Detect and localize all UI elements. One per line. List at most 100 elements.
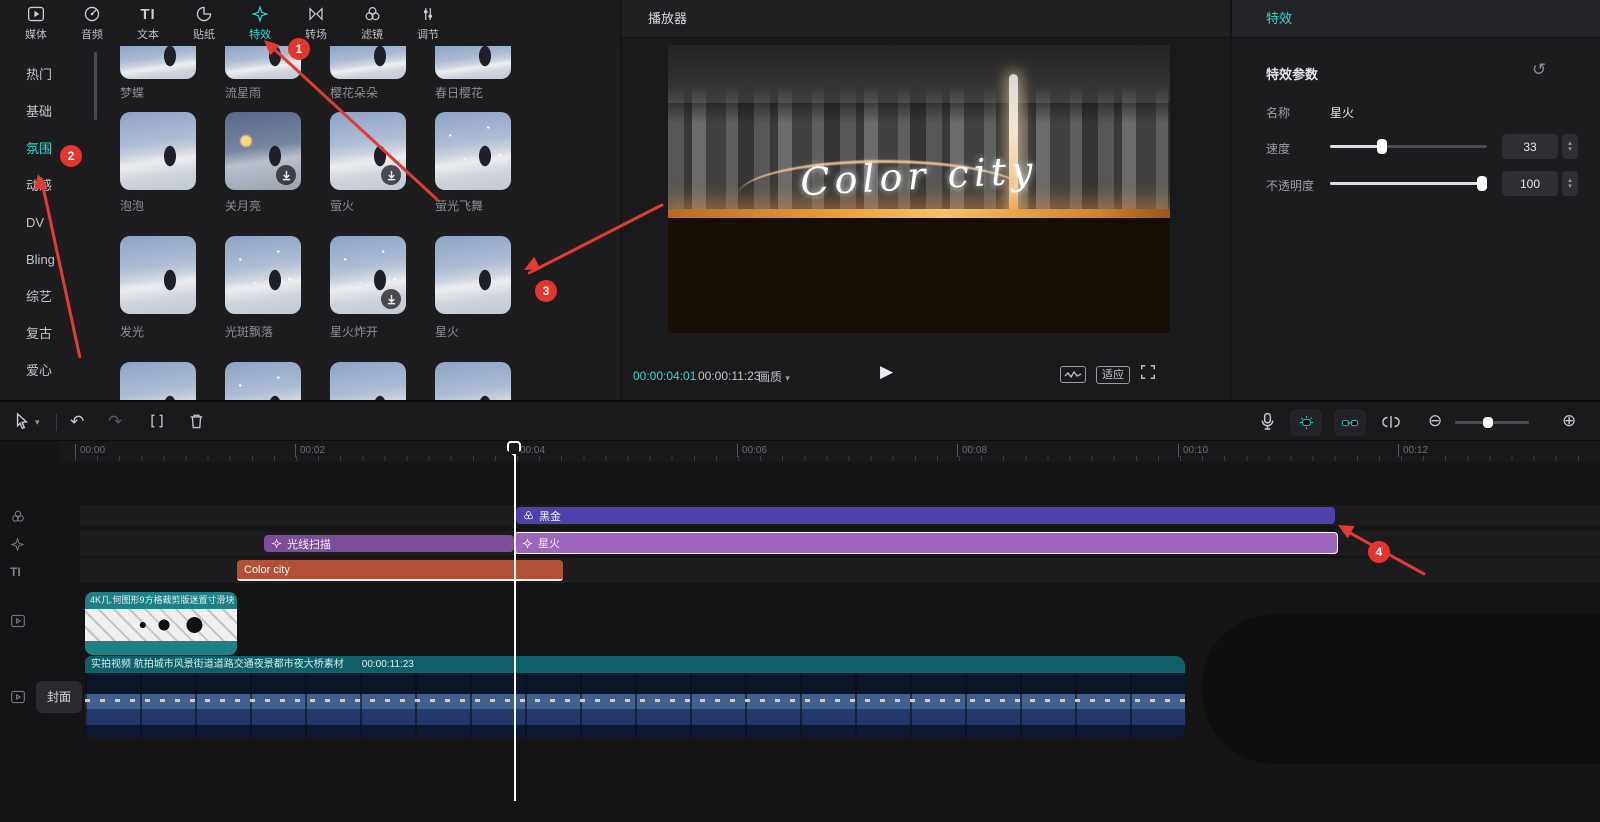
total-timecode: 00:00:11:23: [698, 369, 761, 383]
track-effect-icon[interactable]: [10, 537, 25, 557]
category-hot[interactable]: 热门: [0, 56, 92, 93]
effect-label: 星火炸开: [330, 323, 420, 340]
timeline-ruler[interactable]: 00:00 00:02 00:04 00:06 00:08 00:10 00:1…: [60, 441, 1600, 462]
category-basic[interactable]: 基础: [0, 93, 92, 130]
clip-overlay-video-4k[interactable]: 4K几.何图形9方格裁剪版迷置寸滑块: [85, 592, 237, 655]
zoom-slider-handle[interactable]: [1483, 417, 1493, 428]
redo-icon[interactable]: ↷: [108, 412, 122, 432]
effects-icon: [251, 4, 269, 24]
name-label: 名称: [1266, 104, 1290, 121]
effect-thumb[interactable]: [120, 46, 196, 79]
effect-label: 星火: [435, 323, 525, 340]
sticker-icon: [195, 4, 213, 24]
clip-label: 4K几.何图形9方格裁剪版迷置寸滑块: [85, 592, 237, 609]
reset-icon[interactable]: ↺: [1532, 60, 1546, 80]
effect-thumb-guangbanpiaoluo[interactable]: [225, 236, 301, 314]
tab-text[interactable]: TI 文本: [120, 0, 176, 46]
tab-media[interactable]: 媒体: [8, 0, 64, 46]
select-cursor-icon[interactable]: [14, 412, 30, 435]
opacity-label: 不透明度: [1266, 177, 1314, 194]
tab-filter[interactable]: 滤镜: [344, 0, 400, 46]
effect-thumb[interactable]: [120, 362, 196, 400]
effect-thumb-xinghuo[interactable]: [435, 236, 511, 314]
undo-icon[interactable]: ↶: [70, 412, 84, 432]
fit-button[interactable]: 适应: [1096, 366, 1130, 384]
effect-thumb-yinghuo[interactable]: [330, 112, 406, 190]
zoom-out-icon[interactable]: ⊖: [1428, 411, 1442, 431]
speed-slider[interactable]: [1330, 138, 1487, 155]
track-filter-icon[interactable]: [10, 509, 26, 529]
effect-thumb-paopao[interactable]: [120, 112, 196, 190]
effect-thumb[interactable]: [435, 362, 511, 400]
playhead-line[interactable]: [514, 441, 516, 801]
cover-button[interactable]: 封面: [36, 681, 82, 713]
chevron-down-icon: ▾: [785, 373, 790, 383]
magnet-snap-toggle[interactable]: [1290, 409, 1322, 436]
zoom-in-icon[interactable]: ⊕: [1562, 411, 1576, 431]
filmstrip-lights: [85, 699, 1185, 702]
effect-label: 流星雨: [225, 84, 315, 101]
fullscreen-icon[interactable]: [1140, 364, 1156, 385]
inspector-tab-effects[interactable]: 特效: [1232, 0, 1600, 38]
ruler-label: 00:02: [295, 444, 325, 457]
slider-track[interactable]: [1330, 182, 1487, 185]
speed-stepper[interactable]: ▴▾: [1562, 134, 1578, 159]
effect-label: 泡泡: [120, 197, 210, 214]
effect-thumb[interactable]: [225, 362, 301, 400]
timeline-toolbar: ▾ ↶ ↷ ⊖ ⊕: [0, 400, 1600, 441]
category-bling[interactable]: Bling: [0, 241, 92, 278]
clip-main-video[interactable]: 实拍视频 航拍城市风景街道道路交通夜景都市夜大桥素材 00:00:11:23: [85, 656, 1185, 738]
speed-value-input[interactable]: [1502, 134, 1558, 159]
tab-sticker[interactable]: 贴纸: [176, 0, 232, 46]
track-video-icon[interactable]: [10, 614, 26, 633]
player-right-controls: 适应: [1060, 364, 1156, 385]
timeline-zoom-slider[interactable]: [1455, 421, 1529, 424]
effect-thumb-yingguangfeiwu[interactable]: [435, 112, 511, 190]
effect-thumb-faguang[interactable]: [120, 236, 196, 314]
tab-effects[interactable]: 特效: [232, 0, 288, 46]
effect-thumb-guanyueliang[interactable]: [225, 112, 301, 190]
audio-icon: [83, 4, 101, 24]
stepper-down-icon[interactable]: ▾: [1568, 147, 1572, 153]
delete-icon[interactable]: [188, 412, 205, 435]
clip-video-header: 实拍视频 航拍城市风景街道道路交通夜景都市夜大桥素材 00:00:11:23: [85, 656, 1185, 673]
slider-track[interactable]: [1330, 145, 1487, 148]
effect-thumb[interactable]: [435, 46, 511, 79]
clip-label: 实拍视频 航拍城市风景街道道路交通夜景都市夜大桥素材: [91, 656, 344, 673]
unlink-preview-icon[interactable]: [1382, 415, 1400, 434]
filter-icon: [363, 4, 382, 24]
split-icon[interactable]: [148, 412, 166, 435]
opacity-value-input[interactable]: [1502, 171, 1558, 196]
clip-video-filmstrip: [85, 673, 1185, 738]
tab-audio[interactable]: 音频: [64, 0, 120, 46]
clip-heijin-filter[interactable]: 黑金: [516, 507, 1335, 524]
waveform-icon[interactable]: [1060, 366, 1086, 383]
slider-handle[interactable]: [1477, 176, 1487, 191]
record-mic-icon[interactable]: [1260, 412, 1275, 436]
stepper-down-icon[interactable]: ▾: [1568, 184, 1572, 190]
speed-label: 速度: [1266, 140, 1290, 157]
opacity-stepper[interactable]: ▴▾: [1562, 171, 1578, 196]
effect-label: 春日樱花: [435, 84, 525, 101]
effect-thumb[interactable]: [330, 362, 406, 400]
track-main-video-icon[interactable]: [10, 690, 26, 709]
video-preview[interactable]: Color city: [668, 45, 1170, 333]
clip-spark-effect-selected[interactable]: 星火: [514, 532, 1338, 554]
slider-handle[interactable]: [1377, 139, 1387, 154]
effect-label: 发光: [120, 323, 210, 340]
cursor-dropdown-icon[interactable]: ▾: [35, 417, 40, 428]
category-variety[interactable]: 综艺: [0, 278, 92, 315]
clip-scan-effect[interactable]: 光线扫描: [264, 535, 514, 552]
effect-thumb-xinghuozhakai[interactable]: [330, 236, 406, 314]
player-controls: 00:00:04:01 00:00:11:23 画质 ▾ ▶ 适应: [622, 356, 1230, 396]
tab-adjust[interactable]: 调节: [400, 0, 456, 46]
tab-text-label: 文本: [137, 26, 159, 42]
slider-fill: [1330, 145, 1382, 148]
player-title: 播放器: [622, 0, 1230, 38]
effect-thumb[interactable]: [330, 46, 406, 79]
play-button[interactable]: ▶: [880, 362, 893, 382]
track-text-icon[interactable]: TI: [10, 565, 21, 579]
link-toggle[interactable]: [1334, 409, 1366, 436]
quality-dropdown[interactable]: 画质 ▾: [758, 368, 790, 385]
opacity-slider[interactable]: [1330, 175, 1487, 192]
